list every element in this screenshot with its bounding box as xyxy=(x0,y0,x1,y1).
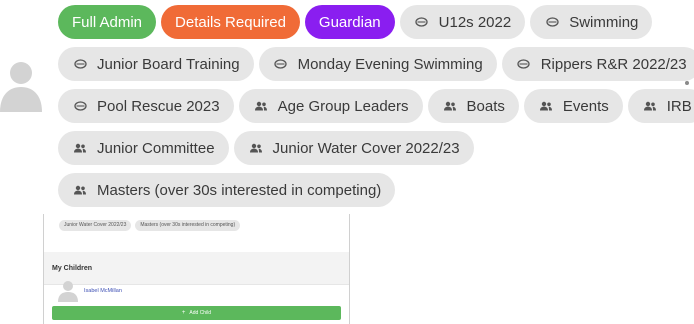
tag-row: Masters (over 30s interested in competin… xyxy=(58,173,678,207)
mini-tag-list: Junior Water Cover 2022/23 Masters (over… xyxy=(59,220,241,231)
embedded-profile-preview: Junior Water Cover 2022/23 Masters (over… xyxy=(43,214,350,324)
tag-junior-water-cover[interactable]: Junior Water Cover 2022/23 xyxy=(233,131,474,165)
tag-row: Junior Committee Junior Water Cover 2022… xyxy=(58,131,678,165)
chat-bubble-icon xyxy=(414,16,430,28)
tag-swimming[interactable]: Swimming xyxy=(530,5,653,39)
tag-label: Swimming xyxy=(569,13,639,31)
user-silhouette-icon xyxy=(58,281,78,302)
group-icon xyxy=(538,100,554,112)
tag-label: Full Admin xyxy=(72,13,143,31)
chat-bubble-icon xyxy=(273,58,289,70)
tag-label: Boats xyxy=(466,97,505,115)
user-silhouette-icon xyxy=(0,62,42,112)
mini-tag[interactable]: Masters (over 30s interested in competin… xyxy=(135,220,241,231)
tag-label: Junior Board Training xyxy=(97,55,240,73)
avatar xyxy=(0,58,42,112)
chat-bubble-icon xyxy=(72,58,88,70)
tag-rippers-rr[interactable]: Rippers R&R 2022/23 xyxy=(501,47,694,81)
tag-label: Details Required xyxy=(175,13,286,31)
tag-label: Pool Rescue 2023 xyxy=(97,97,220,115)
tag-events[interactable]: Events xyxy=(523,89,623,123)
child-name-link[interactable]: Isabel McMillan xyxy=(84,288,122,294)
tag-age-group-leaders[interactable]: Age Group Leaders xyxy=(238,89,423,123)
tag-label: Rippers R&R 2022/23 xyxy=(540,55,687,73)
tag-label: Age Group Leaders xyxy=(277,97,409,115)
tag-label: Junior Water Cover 2022/23 xyxy=(272,139,460,157)
tag-u12s-2022[interactable]: U12s 2022 xyxy=(399,5,526,39)
plus-icon: + xyxy=(181,310,186,316)
group-icon xyxy=(253,100,269,112)
section-title: My Children xyxy=(52,264,93,272)
add-child-button[interactable]: + Add Child xyxy=(52,306,341,320)
tag-label: Monday Evening Swimming xyxy=(297,55,483,73)
tag-row: Full Admin Details Required Guardian U12… xyxy=(58,5,678,39)
tag-label: Masters (over 30s interested in competin… xyxy=(97,181,382,199)
tag-monday-evening-swimming[interactable]: Monday Evening Swimming xyxy=(258,47,497,81)
tag-label: Junior Committee xyxy=(97,139,215,157)
tag-row: Pool Rescue 2023 Age Group Leaders Boats… xyxy=(58,89,694,123)
group-icon xyxy=(72,142,88,154)
chat-bubble-icon xyxy=(516,58,532,70)
membership-tags: Full Admin Details Required Guardian U12… xyxy=(58,5,694,215)
tag-boats[interactable]: Boats xyxy=(427,89,519,123)
tag-junior-board-training[interactable]: Junior Board Training xyxy=(58,47,254,81)
child-list-item[interactable]: Isabel McMillan xyxy=(58,280,122,302)
tag-row: Junior Board Training Monday Evening Swi… xyxy=(58,47,694,81)
tag-masters[interactable]: Masters (over 30s interested in competin… xyxy=(58,173,396,207)
tag-full-admin[interactable]: Full Admin xyxy=(58,5,157,39)
tag-irb[interactable]: IRB xyxy=(627,89,694,123)
tag-details-required[interactable]: Details Required xyxy=(161,5,300,39)
group-icon xyxy=(248,142,264,154)
tag-label: U12s 2022 xyxy=(438,13,512,31)
tag-guardian[interactable]: Guardian xyxy=(304,5,395,39)
tag-label: IRB xyxy=(666,97,692,115)
chat-bubble-icon xyxy=(544,16,560,28)
chat-bubble-icon xyxy=(72,100,88,112)
tag-label: Guardian xyxy=(318,13,381,31)
mini-tag[interactable]: Junior Water Cover 2022/23 xyxy=(59,220,132,231)
tag-junior-committee[interactable]: Junior Committee xyxy=(58,131,229,165)
group-icon xyxy=(642,100,658,112)
group-icon xyxy=(72,184,88,196)
tag-pool-rescue-2023[interactable]: Pool Rescue 2023 xyxy=(58,89,234,123)
add-child-label: Add Child xyxy=(189,310,212,316)
group-icon xyxy=(442,100,458,112)
tag-label: Events xyxy=(562,97,609,115)
